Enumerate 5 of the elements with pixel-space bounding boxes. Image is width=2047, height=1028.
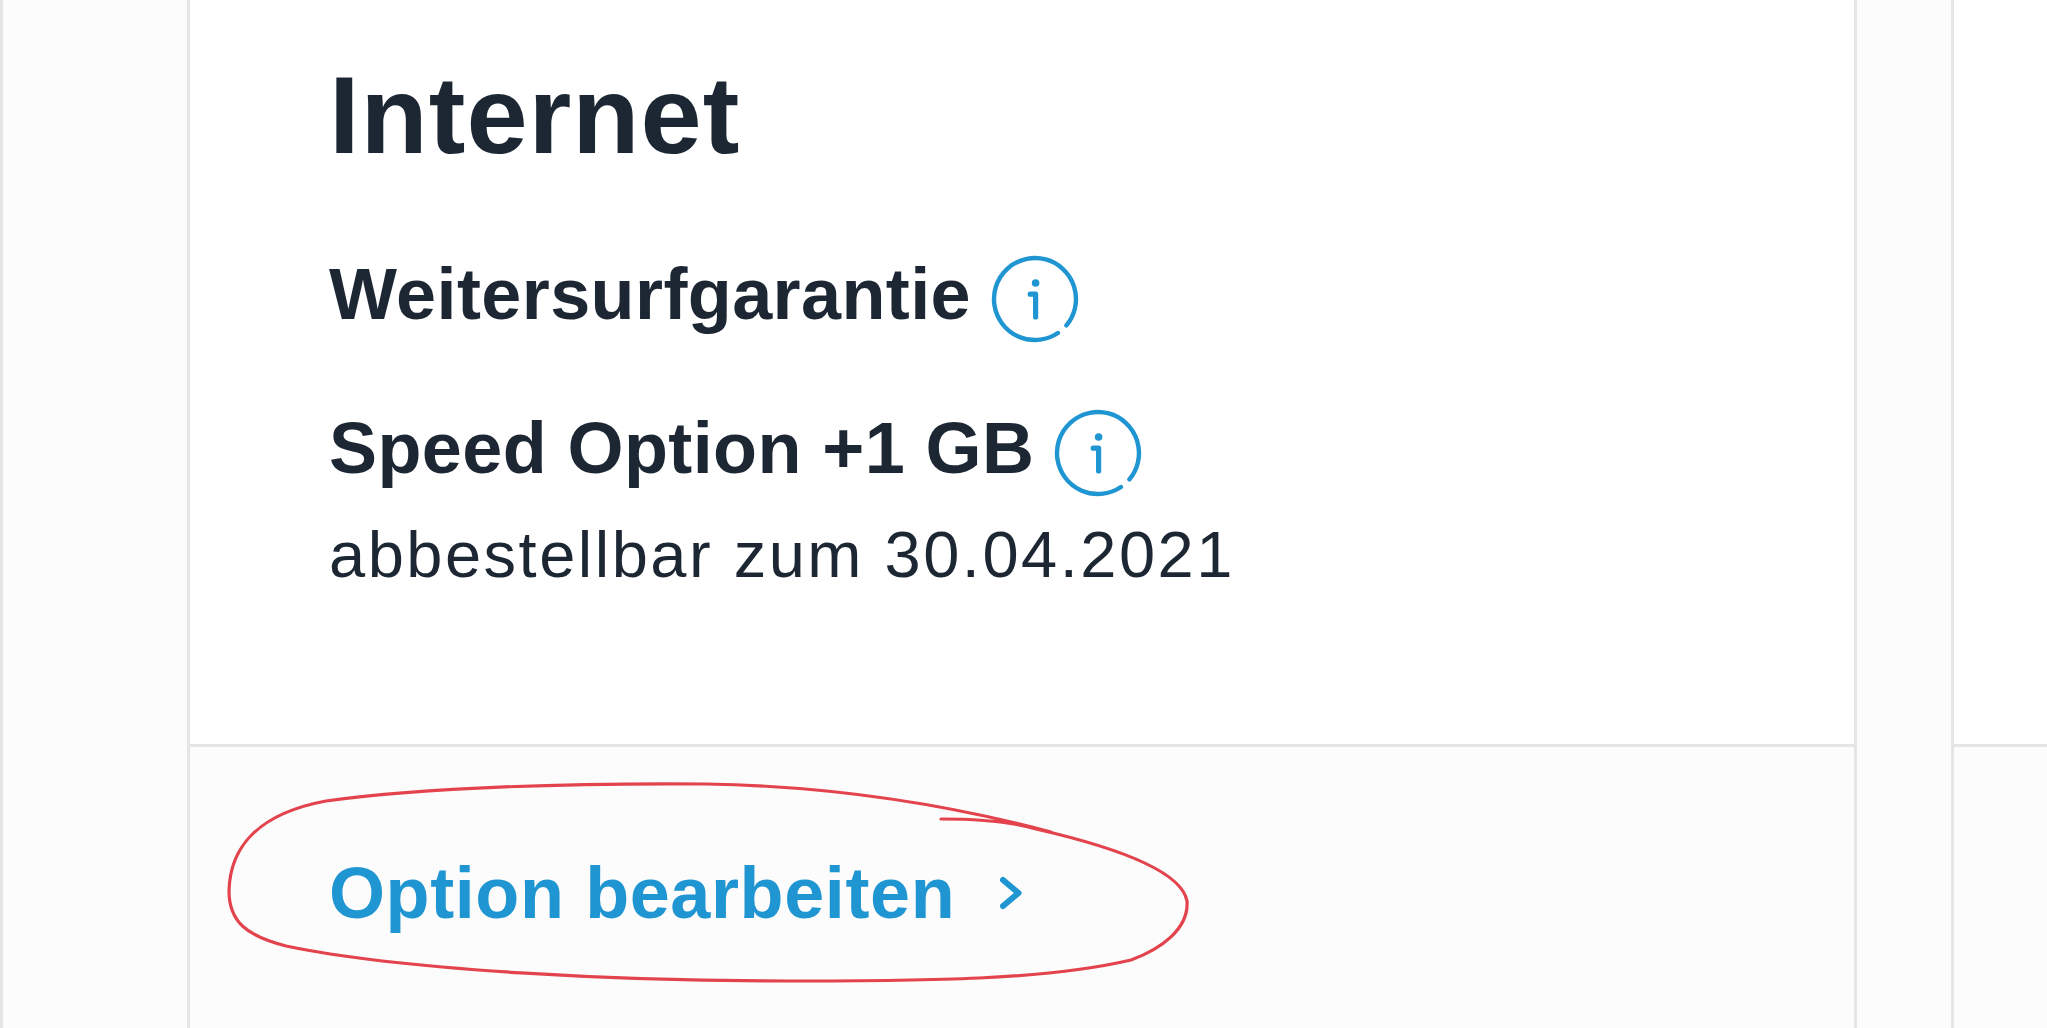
- card-title: Internet: [329, 60, 741, 170]
- info-icon[interactable]: [991, 255, 1080, 343]
- chevron-right-icon: [999, 876, 1024, 910]
- info-icon[interactable]: [1054, 409, 1143, 497]
- option-note: abbestellbar zum 30.04.2021: [329, 522, 1235, 587]
